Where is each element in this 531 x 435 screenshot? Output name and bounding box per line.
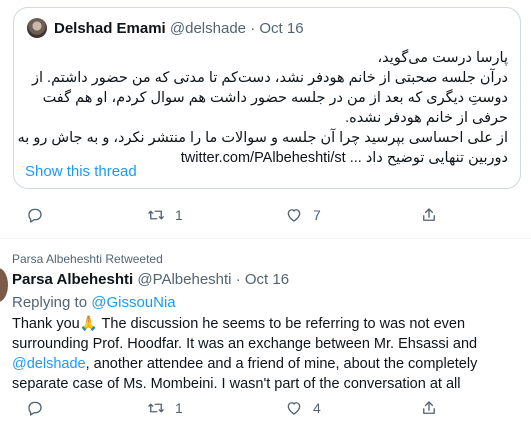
like-button[interactable]: 7 (285, 206, 321, 224)
tweet-text-line: Thank you🙏 The discussion he seems to be… (12, 314, 527, 334)
retweeted-label[interactable]: Parsa Albeheshti Retweeted (12, 252, 163, 266)
tweet-date[interactable]: Oct 16 (259, 20, 303, 37)
like-count: 4 (313, 400, 321, 416)
share-icon (423, 401, 435, 414)
replying-to: Replying to @GissouNia (12, 294, 176, 311)
tweet-text-line: پارسا درست می‌گوید، (377, 50, 509, 66)
tweet-header: Delshad Emami @delshade · Oct 16 (54, 20, 304, 37)
retweet-icon (148, 403, 164, 413)
author-name[interactable]: Parsa Albeheshti (12, 271, 133, 288)
tweet-text-line: از علی احساسی بپرسید چرا آن جلسه و سوالا… (17, 130, 508, 146)
share-icon (423, 208, 435, 221)
share-button[interactable] (420, 399, 438, 417)
mention-link[interactable]: @delshade (12, 356, 86, 372)
tweet-header: Parsa Albeheshti @PAlbeheshti · Oct 16 (12, 271, 289, 288)
tweet-text-segment: The discussion he seems to be referring … (97, 316, 466, 332)
replying-to-mention[interactable]: @GissouNia (91, 294, 175, 311)
replying-to-prefix: Replying to (12, 294, 92, 311)
tweet-text-line: @delshade, another attendee and a friend… (12, 354, 527, 374)
retweet-button[interactable]: 1 (147, 206, 183, 224)
tweet-text: پارسا درست می‌گوید، درآن جلسه صحبتی از خ… (17, 48, 509, 168)
tweet-text-segment: , another attendee and a friend of mine,… (85, 356, 478, 372)
tweet-text-line: حرفی از خانم هودفر نشده. (345, 110, 508, 126)
tweet-date[interactable]: Oct 16 (245, 271, 289, 288)
tweet-text-line: دوستِ دیگری که بعد از من در جلسه حضور دا… (42, 90, 508, 106)
like-button[interactable]: 4 (285, 399, 321, 417)
avatar[interactable] (0, 268, 8, 302)
tweet-action-bar: 1 4 (0, 399, 531, 423)
avatar[interactable] (27, 18, 47, 38)
tweet-text-line: surrounding Prof. Hoodfar. It was an exc… (12, 336, 478, 352)
show-thread-link[interactable]: Show this thread (25, 163, 137, 180)
tweet-text-segment: Thank you (12, 316, 80, 332)
quoted-tweet-card[interactable]: Delshad Emami @delshade · Oct 16 پارسا د… (13, 7, 521, 189)
tweet-text-line: درآن جلسه صحبتی از خانم هودفر نشد، دست‌ک… (32, 70, 508, 86)
retweet-count: 1 (175, 400, 183, 416)
dot-separator: · (235, 271, 241, 288)
dot-separator: · (250, 20, 256, 37)
retweet-count: 1 (175, 207, 183, 223)
retweeted-by-text: Parsa Albeheshti Retweeted (12, 252, 163, 266)
divider (0, 238, 531, 239)
like-icon (287, 209, 301, 222)
author-handle[interactable]: @delshade (170, 20, 246, 37)
like-count: 7 (313, 207, 321, 223)
folded-hands-emoji: 🙏 (79, 316, 98, 332)
retweet-icon (148, 210, 164, 220)
tweet-action-bar: 1 7 (0, 206, 531, 230)
reply-button[interactable] (26, 399, 54, 417)
reply-icon (28, 208, 42, 223)
author-handle[interactable]: @PAlbeheshti (137, 271, 231, 288)
like-icon (287, 402, 301, 415)
share-button[interactable] (420, 206, 438, 224)
retweet-button[interactable]: 1 (147, 399, 183, 417)
tweet-text: Thank you🙏 The discussion he seems to be… (12, 314, 527, 394)
tweet-text-line: separate case of Ms. Mombeini. I wasn't … (12, 376, 461, 392)
reply-button[interactable] (26, 206, 54, 224)
reply-icon (28, 401, 42, 416)
author-name[interactable]: Delshad Emami (54, 20, 166, 37)
